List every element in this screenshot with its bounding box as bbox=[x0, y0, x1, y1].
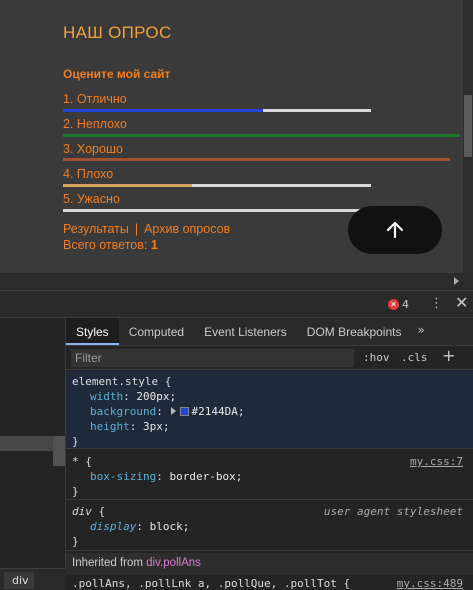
answer-bar-5 bbox=[63, 209, 371, 212]
total-answers: Всего ответов: 1 bbox=[63, 238, 158, 252]
filter-input[interactable] bbox=[71, 349, 354, 367]
poll-question: Оцените мой сайт bbox=[63, 67, 171, 81]
rule-declaration: display: block; bbox=[90, 520, 190, 533]
answer-bar-fill-4 bbox=[63, 184, 193, 187]
rule-close: } bbox=[72, 535, 79, 548]
rule-declaration[interactable]: height: 3px; bbox=[66, 419, 473, 434]
elements-pane[interactable] bbox=[0, 318, 66, 568]
answer-label-4: 4. Плохо bbox=[63, 167, 114, 181]
page-scrollbar[interactable] bbox=[463, 0, 473, 273]
archive-link[interactable]: Архив опросов bbox=[144, 222, 230, 236]
add-rule-icon[interactable]: + bbox=[442, 346, 455, 365]
tab-styles[interactable]: Styles bbox=[66, 318, 119, 345]
more-options-icon[interactable]: ⋮ bbox=[430, 296, 443, 311]
filter-bar: :hov .cls + bbox=[66, 346, 473, 370]
scroll-right-arrow-icon[interactable] bbox=[454, 277, 459, 285]
rule-declaration[interactable]: width: 200px; bbox=[66, 389, 473, 404]
hov-toggle[interactable]: :hov bbox=[363, 351, 390, 364]
user-agent-label: user agent stylesheet bbox=[323, 505, 463, 518]
rule-selector: * {my.css:7 bbox=[72, 454, 463, 469]
answer-label-2: 2. Неплохо bbox=[63, 117, 127, 131]
selected-node-highlight[interactable] bbox=[0, 436, 53, 451]
arrow-up-icon bbox=[386, 221, 404, 239]
tab-computed[interactable]: Computed bbox=[119, 318, 194, 345]
error-count: 4 bbox=[402, 298, 409, 311]
answer-bar-2 bbox=[63, 134, 460, 137]
close-icon[interactable]: ✕ bbox=[455, 293, 468, 312]
page-content: НАШ ОПРОС Оцените мой сайт 1. Отлично 2.… bbox=[0, 0, 473, 273]
devtools-toolbar: ✕ 4 ⋮ ✕ bbox=[0, 290, 473, 318]
horizontal-scrollbar[interactable] bbox=[0, 273, 473, 290]
answer-label-1: 1. Отлично bbox=[63, 92, 127, 106]
results-link[interactable]: Результаты bbox=[63, 222, 129, 236]
breadcrumb-item-div[interactable]: div bbox=[4, 572, 34, 589]
inherited-header: Inherited from div.pollAns bbox=[66, 553, 473, 575]
rule-close: } bbox=[72, 485, 79, 498]
styles-tabbar: Styles Computed Event Listeners DOM Brea… bbox=[66, 318, 473, 346]
link-separator: | bbox=[134, 222, 139, 236]
color-swatch[interactable] bbox=[180, 407, 190, 416]
more-tabs-icon[interactable]: » bbox=[411, 318, 430, 345]
expand-triangle-icon[interactable] bbox=[171, 407, 177, 415]
tab-dom-breakpoints[interactable]: DOM Breakpoints bbox=[297, 318, 412, 345]
answer-bar-fill-1 bbox=[63, 109, 264, 112]
answer-bar-3 bbox=[63, 158, 450, 161]
rule-declaration[interactable]: background: #2144DA; bbox=[66, 404, 473, 419]
pollans-rule: .pollAns, .pollLnk a, .pollQue, .pollTot… bbox=[72, 577, 463, 590]
answer-bar-1 bbox=[63, 109, 371, 112]
inherited-node-link[interactable]: div.pollAns bbox=[146, 557, 201, 569]
poll-title: НАШ ОПРОС bbox=[63, 23, 172, 42]
total-value: 1 bbox=[150, 238, 158, 252]
rule-source-link[interactable]: my.css:489 bbox=[397, 577, 463, 590]
div-rule: div {user agent stylesheet display: bloc… bbox=[66, 503, 473, 551]
rule-close: } bbox=[72, 435, 79, 448]
answer-label-5: 5. Ужасно bbox=[63, 192, 120, 206]
scroll-to-top-button[interactable] bbox=[348, 206, 442, 254]
rule-selector: element.style { bbox=[72, 375, 172, 388]
element-style-rule: element.style { width: 200px; background… bbox=[66, 371, 473, 449]
answer-bar-4 bbox=[63, 184, 371, 187]
tab-event-listeners[interactable]: Event Listeners bbox=[194, 318, 297, 345]
star-rule: * {my.css:7 box-sizing: border-box; } bbox=[66, 452, 473, 500]
total-label: Всего ответов: bbox=[63, 238, 151, 252]
breadcrumb: div bbox=[0, 568, 66, 590]
answer-bar-fill-2 bbox=[63, 134, 460, 137]
rule-declaration[interactable]: box-sizing: border-box; bbox=[66, 469, 473, 484]
rule-source-link[interactable]: my.css:7 bbox=[410, 454, 463, 469]
answer-label-3: 3. Хорошо bbox=[63, 142, 123, 156]
cls-toggle[interactable]: .cls bbox=[401, 351, 428, 364]
error-badge[interactable]: ✕ 4 bbox=[388, 298, 409, 311]
answer-bar-fill-3 bbox=[63, 158, 450, 161]
error-icon: ✕ bbox=[388, 299, 399, 310]
pane-resize-handle[interactable] bbox=[53, 436, 65, 466]
page-scrollbar-thumb[interactable] bbox=[464, 95, 472, 157]
results-links: Результаты | Архив опросов bbox=[63, 222, 230, 236]
rule-selector: div {user agent stylesheet bbox=[72, 505, 463, 518]
